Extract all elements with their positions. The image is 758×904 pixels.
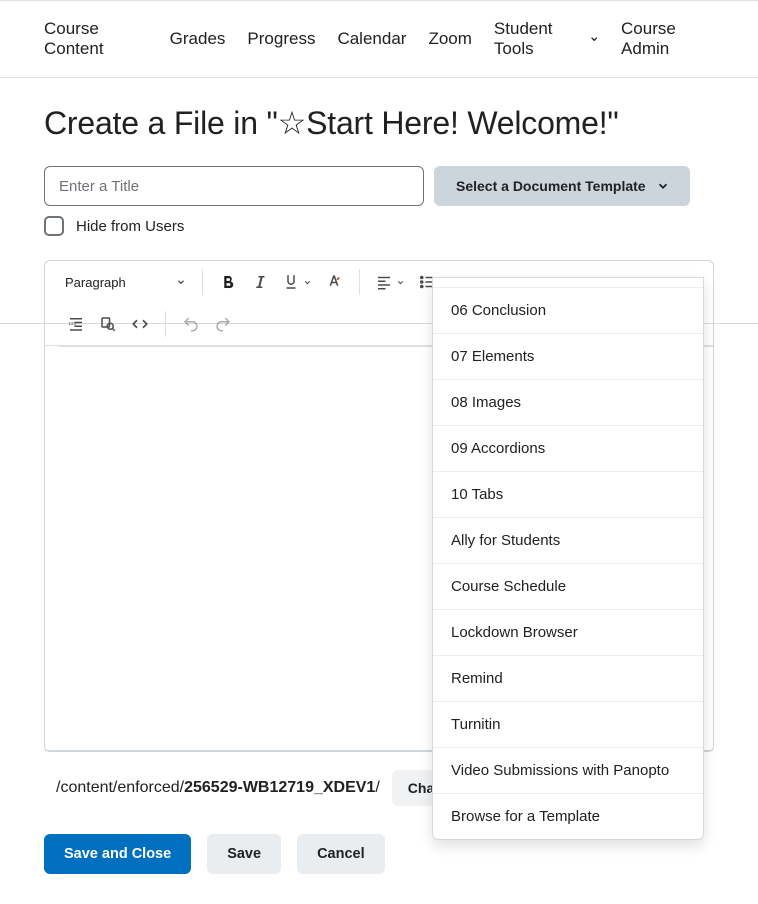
template-option[interactable]: Lockdown Browser bbox=[433, 610, 703, 656]
title-input[interactable] bbox=[44, 166, 424, 206]
bold-icon bbox=[219, 273, 237, 291]
template-option[interactable]: Remind bbox=[433, 656, 703, 702]
action-buttons: Save and Close Save Cancel bbox=[44, 834, 714, 874]
toolbar-separator bbox=[359, 269, 360, 295]
template-option[interactable]: Video Submissions with Panopto bbox=[433, 748, 703, 794]
indent-icon: 123 bbox=[67, 315, 85, 333]
code-icon bbox=[131, 315, 149, 333]
nav-student-tools[interactable]: Student Tools bbox=[494, 19, 599, 59]
block-format-select[interactable]: Paragraph bbox=[61, 271, 192, 294]
path-suffix: / bbox=[375, 779, 379, 796]
hide-from-users-label: Hide from Users bbox=[76, 218, 184, 235]
template-option[interactable]: 06 Conclusion bbox=[433, 288, 703, 334]
select-template-button[interactable]: Select a Document Template bbox=[434, 166, 690, 206]
italic-icon bbox=[251, 273, 269, 291]
redo-icon bbox=[214, 315, 232, 333]
nav-progress[interactable]: Progress bbox=[247, 19, 315, 59]
chevron-down-icon bbox=[303, 278, 312, 287]
template-option[interactable]: Course Schedule bbox=[433, 564, 703, 610]
page-title: Create a File in "☆Start Here! Welcome!" bbox=[44, 104, 714, 142]
search-check-icon bbox=[99, 315, 117, 333]
nav-student-tools-label: Student Tools bbox=[494, 19, 583, 59]
align-left-icon bbox=[375, 273, 393, 291]
font-color-icon bbox=[325, 273, 343, 291]
cancel-button[interactable]: Cancel bbox=[297, 834, 385, 874]
save-button[interactable]: Save bbox=[207, 834, 281, 874]
select-template-label: Select a Document Template bbox=[456, 178, 646, 194]
align-button[interactable] bbox=[370, 267, 410, 297]
underline-icon bbox=[282, 273, 300, 291]
file-path: /content/enforced/256529-WB12719_XDEV1/ bbox=[56, 779, 380, 797]
template-option[interactable]: Turnitin bbox=[433, 702, 703, 748]
redo-button[interactable] bbox=[208, 309, 238, 339]
chevron-down-icon bbox=[396, 278, 405, 287]
undo-icon bbox=[182, 315, 200, 333]
template-option[interactable]: 09 Accordions bbox=[433, 426, 703, 472]
block-format-label: Paragraph bbox=[65, 275, 126, 290]
svg-text:123: 123 bbox=[69, 321, 77, 326]
source-code-button[interactable] bbox=[125, 309, 155, 339]
browse-template-option[interactable]: Browse for a Template bbox=[433, 794, 703, 839]
nav-zoom[interactable]: Zoom bbox=[428, 19, 471, 59]
indent-button[interactable]: 123 bbox=[61, 309, 91, 339]
path-prefix: /content/enforced/ bbox=[56, 779, 184, 796]
toolbar-separator bbox=[202, 269, 203, 295]
path-course: 256529-WB12719_XDEV1 bbox=[184, 779, 375, 796]
nav-course-content[interactable]: Course Content bbox=[44, 19, 148, 59]
bold-button[interactable] bbox=[213, 267, 243, 297]
nav-course-admin[interactable]: Course Admin bbox=[621, 19, 714, 59]
accessibility-check-button[interactable] bbox=[93, 309, 123, 339]
template-option[interactable]: 10 Tabs bbox=[433, 472, 703, 518]
template-option[interactable]: 08 Images bbox=[433, 380, 703, 426]
underline-button[interactable] bbox=[277, 267, 317, 297]
nav-grades[interactable]: Grades bbox=[170, 19, 226, 59]
dropdown-scroll-top bbox=[433, 278, 703, 288]
chevron-down-icon bbox=[656, 179, 670, 193]
italic-button[interactable] bbox=[245, 267, 275, 297]
template-option[interactable]: 07 Elements bbox=[433, 334, 703, 380]
chevron-down-icon bbox=[176, 277, 186, 287]
text-color-button[interactable] bbox=[319, 267, 349, 297]
nav-calendar[interactable]: Calendar bbox=[337, 19, 406, 59]
chevron-down-icon bbox=[589, 33, 599, 45]
hide-from-users-checkbox[interactable] bbox=[44, 216, 64, 236]
top-nav: Course Content Grades Progress Calendar … bbox=[0, 0, 758, 78]
save-and-close-button[interactable]: Save and Close bbox=[44, 834, 191, 874]
template-dropdown: 06 Conclusion 07 Elements 08 Images 09 A… bbox=[432, 277, 704, 840]
toolbar-separator bbox=[165, 311, 166, 337]
template-option[interactable]: Ally for Students bbox=[433, 518, 703, 564]
undo-button[interactable] bbox=[176, 309, 206, 339]
